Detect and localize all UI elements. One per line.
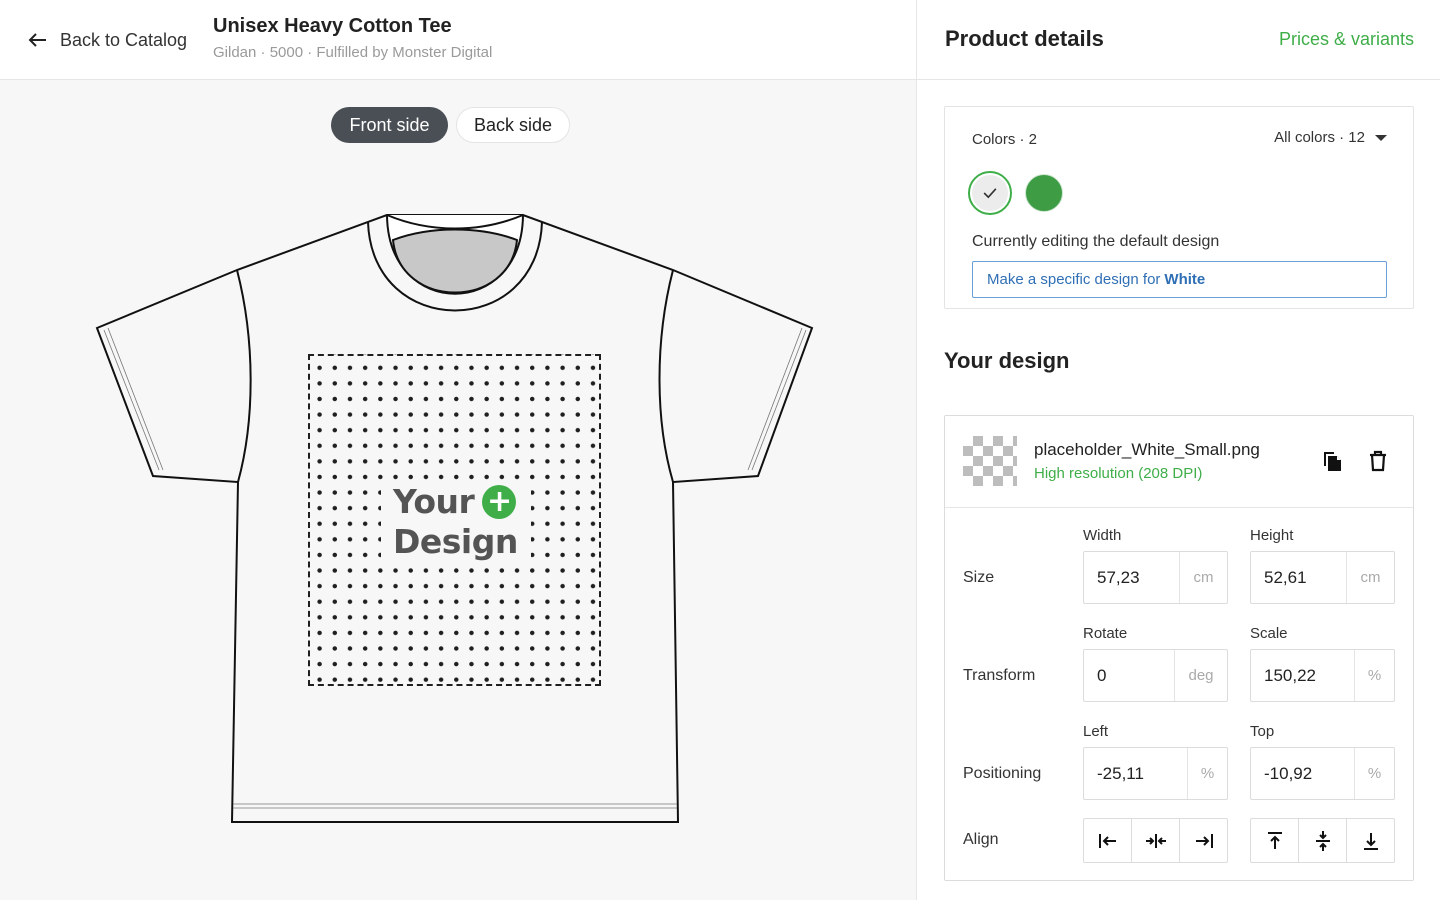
scale-field[interactable]: 150,22 % <box>1250 649 1395 702</box>
vertical-align-group <box>1250 818 1395 863</box>
left-label: Left <box>1083 723 1109 740</box>
panel-header: Product details Prices & variants <box>917 0 1440 80</box>
positioning-label: Positioning <box>963 765 1042 782</box>
width-label: Width <box>1083 527 1122 544</box>
left-value[interactable]: -25,11 <box>1084 748 1187 799</box>
design-layer-card: placeholder_White_Small.png High resolut… <box>944 415 1414 881</box>
align-left-icon[interactable] <box>1084 819 1131 862</box>
align-bottom-icon[interactable] <box>1346 819 1394 862</box>
product-title: Unisex Heavy Cotton Tee <box>213 15 452 37</box>
left-unit: % <box>1187 748 1227 799</box>
align-top-icon[interactable] <box>1251 819 1298 862</box>
design-text-design: Design <box>393 522 518 561</box>
height-unit: cm <box>1346 552 1394 603</box>
top-value[interactable]: -10,92 <box>1251 748 1354 799</box>
checkmark-icon <box>972 175 1008 211</box>
align-label: Align <box>963 831 999 848</box>
duplicate-icon[interactable] <box>1319 448 1345 474</box>
arrow-left-icon <box>28 33 46 47</box>
your-design-heading: Your design <box>944 348 1070 373</box>
all-colors-dropdown[interactable]: All colors · 12 <box>1274 129 1387 146</box>
top-label: Top <box>1250 723 1275 740</box>
editing-status: Currently editing the default design <box>972 233 1220 250</box>
top-bar: Back to Catalog Unisex Heavy Cotton Tee … <box>0 0 916 80</box>
specific-prefix: Make a specific design for <box>987 271 1161 288</box>
file-row: placeholder_White_Small.png High resolut… <box>945 416 1413 508</box>
width-field[interactable]: 57,23 cm <box>1083 551 1228 604</box>
file-name: placeholder_White_Small.png <box>1034 440 1260 459</box>
scale-unit: % <box>1354 650 1394 701</box>
all-colors-label: All colors · 12 <box>1274 129 1365 146</box>
align-center-vertical-icon[interactable] <box>1298 819 1346 862</box>
trash-icon[interactable] <box>1365 448 1391 474</box>
design-text-your: Your <box>393 482 475 521</box>
scale-value[interactable]: 150,22 <box>1251 650 1354 701</box>
top-field[interactable]: -10,92 % <box>1250 747 1395 800</box>
left-field[interactable]: -25,11 % <box>1083 747 1228 800</box>
width-unit: cm <box>1179 552 1227 603</box>
specific-color: White <box>1164 271 1206 288</box>
top-unit: % <box>1354 748 1394 799</box>
plus-circle-icon: + <box>482 485 517 519</box>
back-to-catalog-link[interactable]: Back to Catalog <box>26 24 187 56</box>
product-subtitle: Gildan · 5000 · Fulfilled by Monster Dig… <box>213 44 493 61</box>
prices-variants-link[interactable]: Prices & variants <box>1279 29 1414 50</box>
caret-down-icon <box>1375 134 1387 141</box>
height-value[interactable]: 52,61 <box>1251 552 1346 603</box>
height-label: Height <box>1250 527 1294 544</box>
align-center-horizontal-icon[interactable] <box>1131 819 1179 862</box>
make-specific-design-button[interactable]: Make a specific design for White <box>972 261 1387 298</box>
design-placeholder[interactable]: Your + Design <box>381 480 531 564</box>
size-label: Size <box>963 569 995 586</box>
colors-card: Colors · 2 All colors · 12 Currently edi… <box>944 106 1414 309</box>
front-side-tab[interactable]: Front side <box>331 107 448 143</box>
horizontal-align-group <box>1083 818 1228 863</box>
swatch-green[interactable] <box>1025 174 1063 212</box>
rotate-label: Rotate <box>1083 625 1128 642</box>
file-thumbnail <box>963 436 1017 486</box>
rotate-value[interactable]: 0 <box>1084 650 1174 701</box>
file-resolution: High resolution (208 DPI) <box>1034 465 1203 482</box>
design-line-your: Your + <box>393 482 531 522</box>
swatch-white[interactable] <box>968 171 1012 215</box>
scale-label: Scale <box>1250 625 1288 642</box>
rotate-unit: deg <box>1174 650 1227 701</box>
panel-title: Product details <box>945 26 1104 51</box>
colors-count: Colors · 2 <box>972 131 1038 148</box>
height-field[interactable]: 52,61 cm <box>1250 551 1395 604</box>
width-value[interactable]: 57,23 <box>1084 552 1179 603</box>
editor-canvas: Back to Catalog Unisex Heavy Cotton Tee … <box>0 0 916 900</box>
back-side-tab[interactable]: Back side <box>456 107 570 143</box>
back-label: Back to Catalog <box>60 29 188 50</box>
product-details-panel: Product details Prices & variants Colors… <box>917 0 1440 900</box>
rotate-field[interactable]: 0 deg <box>1083 649 1228 702</box>
transform-label: Transform <box>963 667 1036 684</box>
align-right-icon[interactable] <box>1179 819 1227 862</box>
